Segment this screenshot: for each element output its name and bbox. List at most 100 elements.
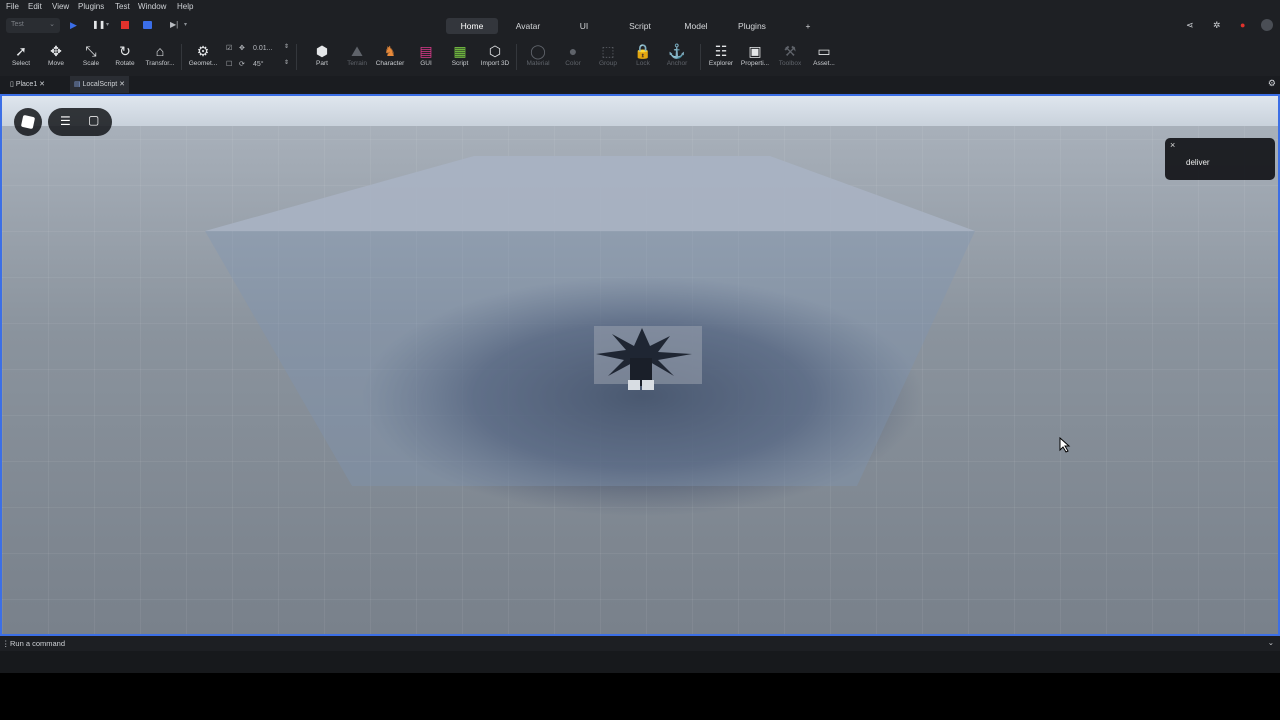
- tab-avatar[interactable]: Avatar: [505, 18, 551, 34]
- box-top-face: [205, 156, 975, 231]
- notification-popup: × deliver: [1165, 138, 1275, 180]
- cursor-arrow-icon: ➚: [15, 43, 27, 59]
- tab-home[interactable]: Home: [446, 18, 498, 34]
- material-icon: ◯: [530, 43, 546, 59]
- geometry-tool-button[interactable]: ⚙ Geomet...: [186, 42, 220, 74]
- import-3d-button[interactable]: ⬡ Import 3D: [478, 42, 512, 74]
- menu-file[interactable]: File: [6, 2, 19, 11]
- share-icon[interactable]: ⋖: [1186, 19, 1194, 31]
- gui-icon: ▤: [419, 43, 433, 59]
- top-toolbar: Test ⌄ ▶ ❚❚ ▾ ▶| ▾ Home Avatar UI Script…: [0, 14, 1280, 38]
- hamburger-icon[interactable]: ☰: [60, 114, 71, 128]
- rotate-snap-icon: ⟳: [239, 61, 245, 68]
- rotate-tool-button[interactable]: ↻ Rotate: [108, 42, 142, 74]
- divider: [181, 44, 182, 70]
- game-viewport[interactable]: ☰ ▢ × deliver: [0, 94, 1280, 636]
- divider: [296, 44, 297, 70]
- stop-icon[interactable]: [121, 21, 129, 29]
- tool-label: Terrain: [347, 60, 367, 67]
- add-tab-button[interactable]: +: [798, 18, 818, 34]
- roblox-menu-button[interactable]: [14, 108, 42, 136]
- command-bar[interactable]: ⋮ Run a command ⌄: [0, 636, 1280, 651]
- character-icon: ♞: [383, 43, 397, 59]
- lock-icon: 🔒: [634, 43, 652, 59]
- anchor-button[interactable]: ⚓ Anchor: [660, 42, 694, 74]
- close-icon[interactable]: ✕: [39, 81, 45, 88]
- tab-place[interactable]: ▯ Place1 ✕: [6, 76, 49, 93]
- rotate-snap-checkbox[interactable]: ☐: [226, 60, 232, 68]
- command-input[interactable]: Run a command: [10, 639, 65, 648]
- test-mode-select[interactable]: Test ⌄: [6, 18, 60, 33]
- tab-ui[interactable]: UI: [566, 18, 602, 34]
- transform-tool-button[interactable]: ⌂ Transfor...: [143, 42, 177, 74]
- ribbon-toolbar: ➚ Select ✥ Move ⤡ Scale ↻ Rotate ⌂ Transfor..…: [0, 38, 1280, 76]
- properties-button[interactable]: ▣ Properti...: [738, 42, 772, 74]
- rotate-snap-stepper[interactable]: ⇕: [284, 59, 289, 66]
- menu-help[interactable]: Help: [177, 2, 193, 11]
- terrain-button[interactable]: ⛰ Terrain: [340, 42, 374, 74]
- move-snap-stepper[interactable]: ⇕: [284, 43, 289, 50]
- chevron-down-icon[interactable]: ⌄: [1268, 638, 1274, 647]
- import-icon: ⬡: [488, 43, 502, 59]
- script-icon: ▤: [74, 81, 81, 88]
- anchor-icon: ⚓: [668, 43, 686, 59]
- menu-edit[interactable]: Edit: [28, 2, 42, 11]
- client-server-icon[interactable]: [143, 21, 152, 29]
- hud-menu-group: ☰ ▢: [48, 108, 112, 136]
- menu-window[interactable]: Window: [138, 2, 166, 11]
- move-tool-button[interactable]: ✥ Move: [39, 42, 73, 74]
- script-button[interactable]: ▦ Script: [443, 42, 477, 74]
- collaborate-icon[interactable]: ✲: [1213, 19, 1221, 31]
- move-snap-value[interactable]: 0.01...: [253, 45, 272, 52]
- menu-test[interactable]: Test: [115, 2, 130, 11]
- explorer-button[interactable]: ☷ Explorer: [704, 42, 738, 74]
- gui-button[interactable]: ▤ GUI: [409, 42, 443, 74]
- tab-localscript[interactable]: ▤ LocalScript ✕: [70, 76, 130, 93]
- menu-view[interactable]: View: [52, 2, 69, 11]
- tab-plugins[interactable]: Plugins: [728, 18, 776, 34]
- tool-label: Part: [316, 60, 328, 67]
- tab-label: Place1: [15, 81, 38, 88]
- color-button[interactable]: ● Color: [556, 42, 590, 74]
- move-snap-checkbox[interactable]: ☑: [226, 44, 232, 52]
- step-options-icon[interactable]: ▾: [184, 19, 187, 31]
- rotate-snap-value[interactable]: 45°: [253, 61, 264, 68]
- select-tool-button[interactable]: ➚ Select: [4, 42, 38, 74]
- pause-icon[interactable]: ❚❚: [92, 19, 105, 31]
- scale-tool-button[interactable]: ⤡ Scale: [74, 42, 108, 74]
- tool-label: Group: [598, 60, 618, 67]
- document-tabs: ▯ Place1 ✕ ▤ LocalScript ✕ ⚙: [0, 76, 1280, 93]
- pause-options-icon[interactable]: ▾: [106, 19, 109, 31]
- avatar[interactable]: [1261, 19, 1273, 31]
- place-icon: ▯: [10, 81, 14, 88]
- notification-text: deliver: [1186, 158, 1210, 167]
- close-icon[interactable]: ✕: [119, 81, 125, 88]
- assets-button[interactable]: ▭ Asset...: [807, 42, 841, 74]
- group-button[interactable]: ⬚ Group: [591, 42, 625, 74]
- explorer-icon: ☷: [714, 43, 728, 59]
- tool-label: Move: [48, 60, 64, 67]
- tool-label: GUI: [420, 60, 432, 67]
- menu-plugins[interactable]: Plugins: [78, 2, 104, 11]
- part-button[interactable]: ⬢ Part: [305, 42, 339, 74]
- tool-label: Script: [451, 60, 469, 67]
- notifications-icon[interactable]: ●: [1240, 19, 1245, 31]
- chat-icon[interactable]: ▢: [88, 113, 99, 127]
- group-icon: ⬚: [601, 43, 615, 59]
- toolbox-button[interactable]: ⚒ Toolbox: [773, 42, 807, 74]
- close-icon[interactable]: ×: [1170, 140, 1175, 150]
- color-icon: ●: [568, 43, 578, 59]
- terrain-icon: ⛰: [351, 43, 363, 59]
- material-button[interactable]: ◯ Material: [521, 42, 555, 74]
- tool-label: Character: [375, 60, 405, 67]
- tab-script[interactable]: Script: [618, 18, 662, 34]
- lock-button[interactable]: 🔒 Lock: [626, 42, 660, 74]
- divider: [700, 44, 701, 70]
- character-button[interactable]: ♞ Character: [373, 42, 407, 74]
- play-icon[interactable]: ▶: [70, 19, 77, 31]
- step-icon[interactable]: ▶|: [170, 19, 178, 31]
- tool-label: Explorer: [708, 60, 734, 67]
- rotate-icon: ↻: [119, 43, 131, 59]
- tab-model[interactable]: Model: [674, 18, 718, 34]
- gear-icon[interactable]: ⚙: [1268, 78, 1276, 89]
